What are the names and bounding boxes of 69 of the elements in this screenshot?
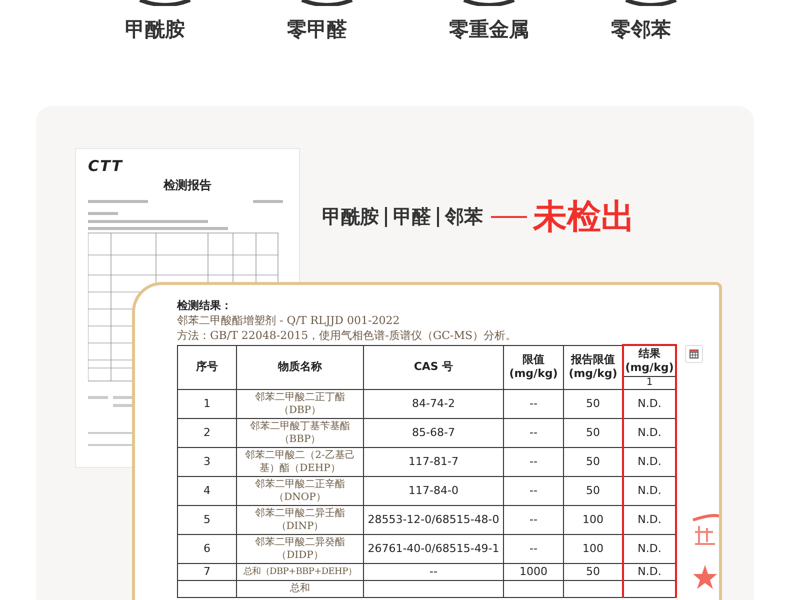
table-cell: 85-68-7: [412, 426, 455, 439]
round-icon: [461, 0, 517, 6]
table-cell: 总和: [290, 583, 310, 594]
table-cell: 50: [586, 426, 600, 439]
headline-text: 邻苯: [437, 207, 489, 227]
table-cell: 26761-40-0/68515-49-1: [368, 542, 500, 555]
table-cell: 5: [204, 513, 210, 526]
logo: CTT: [88, 157, 123, 175]
table-cell: 6: [204, 542, 210, 555]
table-cell: 4: [204, 484, 210, 497]
table-cell: --: [530, 455, 538, 468]
table-cell: 邻苯二甲酸二异癸酯（DIDP）: [255, 537, 345, 561]
column-header: 结果 (mg/kg): [623, 345, 676, 376]
table-cell: 117-81-7: [408, 455, 458, 468]
result-text: 未检出: [533, 196, 635, 239]
feature-label: 零邻苯: [611, 16, 671, 43]
table-cell: 28553-12-0/68515-48-0: [368, 513, 500, 526]
table-cell: 1: [204, 397, 210, 410]
column-header: 报告限值 (mg/kg): [564, 345, 623, 390]
column-header: CAS 号: [364, 345, 504, 390]
table-cell: 3: [204, 455, 210, 468]
table-cell: --: [530, 397, 538, 410]
round-icon: [623, 0, 679, 6]
table-cell: 邻苯二甲酸二正丁酯（DBP）: [255, 392, 345, 416]
round-icon: [137, 0, 193, 6]
table-cell: 1000: [520, 565, 548, 578]
table-icon[interactable]: [685, 345, 703, 363]
dash-line: [491, 216, 527, 218]
table-cell: 50: [586, 455, 600, 468]
method-text: 方法：GB/T 22048-2015，使用气相色谱-质谱仪（GC-MS）分析。: [177, 328, 518, 343]
column-header: 序号: [178, 345, 236, 390]
table-cell: 总和（DBP+BBP+DEHP）: [243, 566, 357, 576]
table-cell: N.D.: [638, 542, 662, 555]
table-cell: N.D.: [638, 455, 662, 468]
table-cell: --: [430, 565, 438, 578]
feature-label: 甲酰胺: [125, 16, 185, 43]
table-cell: 100: [582, 513, 604, 526]
table-cell: N.D.: [638, 484, 662, 497]
table-cell: 邻苯二甲酸丁基苄基酯（BBP）: [250, 421, 350, 445]
report-heading: 检测结果：: [177, 299, 233, 313]
column-header: 限值 (mg/kg): [504, 345, 564, 390]
table-cell: 50: [586, 397, 600, 410]
headline-text: 甲酰胺: [322, 205, 380, 230]
round-icon: [299, 0, 355, 6]
table-cell: 邻苯二甲酸二正辛酯（DNOP）: [255, 479, 345, 503]
headline-text: 甲醛: [385, 207, 437, 227]
table-cell: 100: [582, 542, 604, 555]
feature-label: 零重金属: [449, 16, 529, 43]
table-cell: 50: [586, 484, 600, 497]
table-cell: N.D.: [638, 513, 662, 526]
report-title: 检测报告: [162, 177, 212, 194]
table-cell: --: [530, 542, 538, 555]
table-cell: 50: [586, 565, 600, 578]
table-cell: --: [530, 513, 538, 526]
table-cell: --: [530, 484, 538, 497]
standard-text: 邻苯二甲酸酯增塑剂 - Q/T RLJJD 001-2022: [177, 313, 401, 328]
feature-label: 零甲醛: [287, 16, 347, 43]
table-cell: N.D.: [638, 565, 662, 578]
table-cell: 84-74-2: [412, 397, 455, 410]
table-cell: 1: [623, 376, 676, 390]
table-cell: 邻苯二甲酸二（2-乙基己基）酯（DEHP）: [245, 450, 355, 474]
table-cell: 邻苯二甲酸二异壬酯（DINP）: [255, 508, 345, 532]
table-cell: N.D.: [638, 397, 662, 410]
table-cell: --: [530, 426, 538, 439]
table-cell: N.D.: [638, 426, 662, 439]
table-cell: 7: [204, 565, 210, 578]
table-cell: 117-84-0: [408, 484, 458, 497]
table-cell: 2: [204, 426, 210, 439]
column-header: 物质名称: [236, 345, 364, 390]
